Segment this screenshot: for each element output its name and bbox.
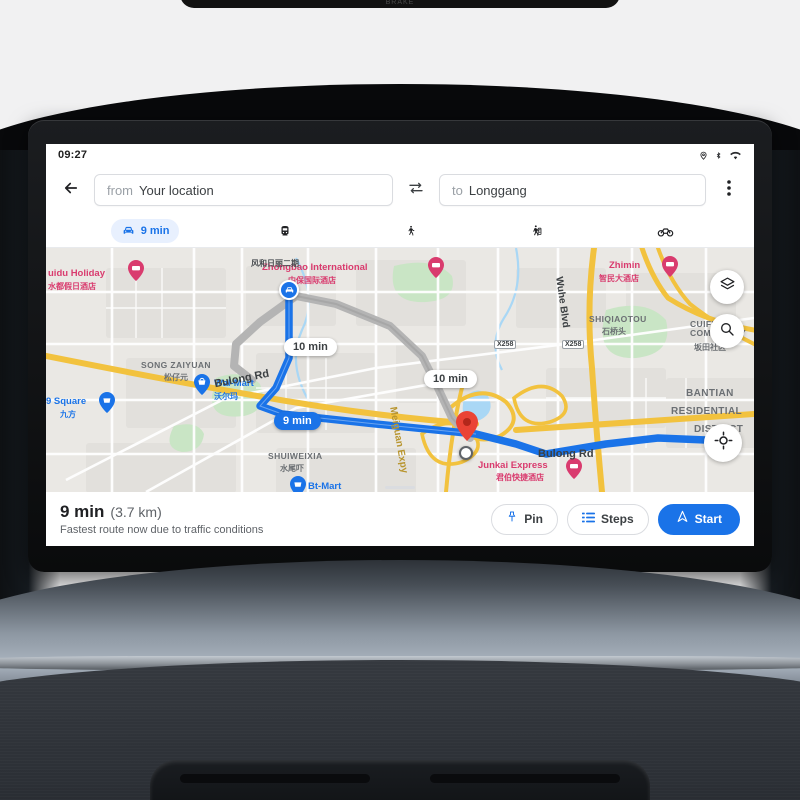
directions-search-row: from Your location to Longgang (46, 166, 754, 214)
rideshare-icon (531, 223, 543, 238)
layers-icon (719, 276, 736, 298)
origin-value: Your location (139, 182, 214, 198)
travel-mode-tabs: 9 min (46, 214, 754, 248)
wifi-icon (729, 150, 742, 161)
vent-slot-left (180, 774, 370, 783)
swap-icon (407, 180, 425, 201)
tab-transit[interactable] (269, 219, 306, 243)
destination-prefix: to (452, 182, 463, 198)
alt-route-time-bubble-1[interactable]: 10 min (284, 338, 337, 356)
tab-driving[interactable]: 9 min (110, 218, 180, 243)
hotel-icon[interactable] (566, 458, 582, 479)
infotainment-screen: 09:27 from Your location to Longgang 9 m… (46, 144, 754, 546)
origin-field[interactable]: from Your location (94, 174, 393, 206)
hotel-icon[interactable] (128, 260, 144, 281)
route-start-badge (279, 280, 299, 300)
list-icon (581, 510, 595, 528)
pin-button[interactable]: Pin (491, 503, 558, 535)
route-summary-text: 9 min (3.7 km) Fastest route now due to … (60, 502, 263, 536)
route-shield-x258-west: X258 (494, 340, 517, 349)
infotainment-head-unit: 09:27 from Your location to Longgang 9 m… (28, 120, 772, 572)
tab-driving-label: 9 min (140, 224, 170, 237)
vent-slot-right (430, 774, 620, 783)
primary-route-time-bubble[interactable]: 9 min (274, 412, 321, 430)
train-icon (279, 224, 291, 238)
status-icon-group (699, 150, 742, 161)
navigation-icon (676, 510, 689, 528)
shopping-icon[interactable] (194, 374, 210, 395)
back-arrow-icon (62, 179, 80, 202)
status-bar: 09:27 (46, 144, 754, 166)
alt-route-time-bubble-2[interactable]: 10 min (424, 370, 477, 388)
eta-line: 9 min (3.7 km) (60, 502, 263, 522)
back-button[interactable] (56, 175, 86, 205)
bluetooth-icon (715, 150, 722, 161)
mirror-label: BRAKE (385, 0, 415, 6)
start-navigation-button[interactable]: Start (657, 503, 740, 535)
tab-cycling[interactable] (647, 219, 689, 243)
tab-rideshare[interactable] (521, 219, 558, 243)
start-label: Start (694, 512, 722, 526)
recenter-icon (714, 431, 733, 455)
shopping-icon[interactable] (99, 392, 115, 413)
route-condition-note: Fastest route now due to traffic conditi… (60, 524, 264, 536)
car-icon (121, 224, 136, 237)
map-vector-layer (46, 248, 754, 492)
overflow-menu-button[interactable] (714, 175, 744, 205)
destination-marker[interactable] (456, 411, 478, 441)
route-actions: Pin Steps Start (491, 503, 740, 535)
status-clock: 09:27 (58, 149, 88, 161)
more-vertical-icon (727, 179, 731, 201)
eta-distance: (3.7 km) (110, 504, 162, 520)
eta-duration: 9 min (60, 502, 105, 521)
location-icon (699, 150, 708, 161)
walk-icon (405, 223, 416, 238)
steps-button[interactable]: Steps (566, 503, 649, 535)
map-canvas[interactable]: uidu Holiday 水都假日酒店 Zhongbao Internation… (46, 248, 754, 492)
shopping-icon[interactable] (290, 476, 306, 492)
route-shield-x258-east: X258 (562, 340, 585, 349)
sheet-drag-handle[interactable] (385, 486, 415, 489)
hotel-icon[interactable] (428, 257, 444, 278)
route-summary-sheet: 9 min (3.7 km) Fastest route now due to … (46, 486, 754, 546)
map-recenter-button[interactable] (704, 424, 742, 462)
pin-icon (506, 510, 518, 528)
map-layers-button[interactable] (710, 270, 744, 304)
destination-field[interactable]: to Longgang (439, 174, 706, 206)
hotel-icon[interactable] (662, 256, 678, 277)
steps-label: Steps (600, 512, 634, 526)
swap-endpoints-button[interactable] (401, 175, 431, 205)
origin-prefix: from (107, 182, 133, 198)
map-search-button[interactable] (710, 314, 744, 348)
destination-value: Longgang (468, 182, 527, 198)
search-icon (719, 321, 735, 342)
tab-walking[interactable] (395, 219, 431, 243)
current-location-dot (459, 446, 473, 460)
pin-label: Pin (524, 512, 543, 526)
bicycle-icon (657, 225, 674, 237)
car-dashboard-scene: BRAKE 09:27 from Your location to Longga… (0, 0, 800, 800)
rearview-mirror: BRAKE (180, 0, 620, 8)
air-vent (150, 760, 650, 800)
